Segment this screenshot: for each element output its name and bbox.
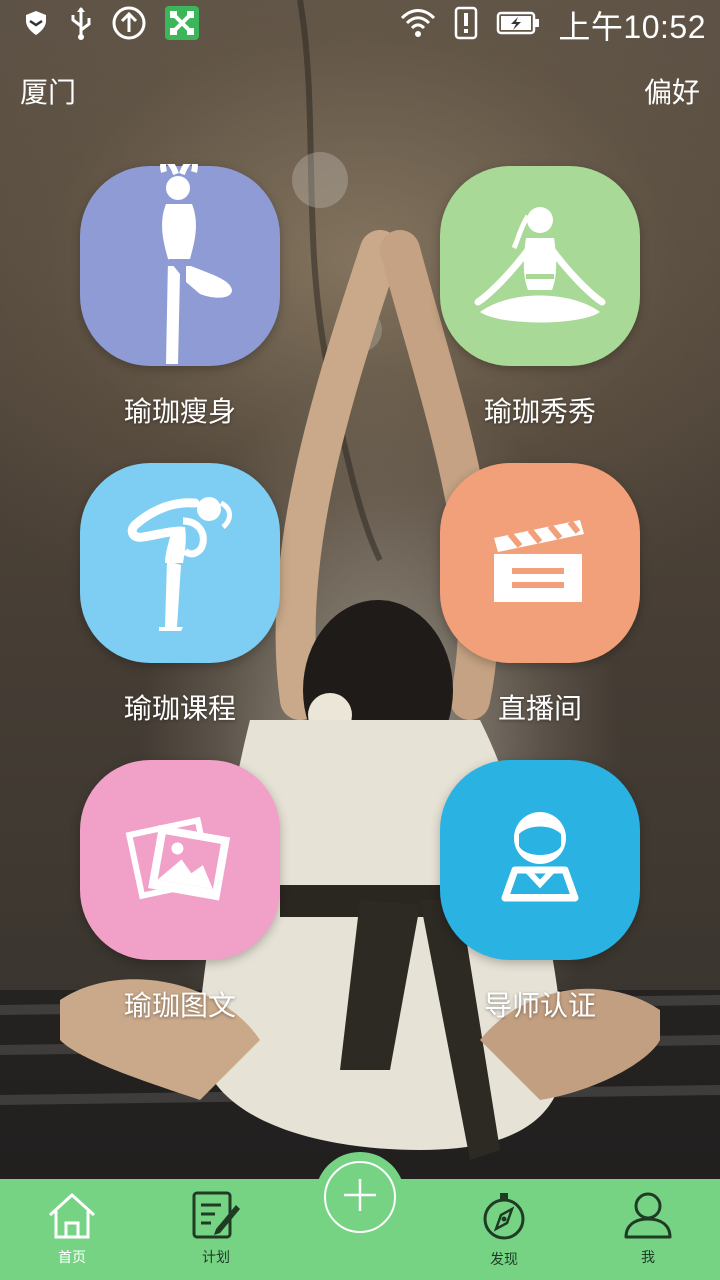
clapperboard-icon bbox=[490, 516, 590, 610]
compass-icon bbox=[480, 1191, 528, 1245]
yoga-dancer-pose-icon bbox=[125, 491, 235, 635]
tile-label: 瑜珈课程 bbox=[123, 692, 236, 725]
photo-gallery-icon bbox=[125, 808, 235, 912]
tab-plan[interactable]: 计划 bbox=[144, 1179, 288, 1280]
tile-icon-background bbox=[80, 158, 280, 368]
tab-home[interactable]: 首页 bbox=[0, 1179, 144, 1280]
tile-live-room[interactable]: 直播间 bbox=[440, 463, 640, 727]
plan-icon bbox=[190, 1191, 242, 1243]
home-icon bbox=[46, 1191, 98, 1243]
yoga-lotus-pose-icon bbox=[470, 194, 610, 338]
tile-yoga-courses[interactable]: 瑜珈课程 bbox=[80, 463, 280, 727]
plus-icon bbox=[340, 1175, 380, 1219]
tab-label: 首页 bbox=[58, 1250, 86, 1266]
tile-label: 瑜珈图文 bbox=[123, 989, 236, 1022]
add-button[interactable] bbox=[315, 1152, 405, 1242]
tile-label: 直播间 bbox=[497, 692, 582, 725]
add-button-ring bbox=[324, 1161, 396, 1233]
instructor-icon bbox=[495, 808, 585, 912]
profile-icon bbox=[623, 1191, 673, 1243]
tile-icon-background bbox=[440, 166, 640, 366]
tab-me[interactable]: 我 bbox=[576, 1179, 720, 1280]
tab-label: 计划 bbox=[202, 1250, 230, 1266]
tab-label: 我 bbox=[641, 1250, 655, 1266]
tile-icon-background bbox=[440, 760, 640, 960]
tile-label: 瑜珈瘦身 bbox=[123, 395, 236, 428]
tile-icon-background bbox=[80, 760, 280, 960]
tile-icon-background bbox=[440, 463, 640, 663]
tile-yoga-pictures[interactable]: 瑜珈图文 bbox=[80, 760, 280, 1024]
tile-yoga-show[interactable]: 瑜珈秀秀 bbox=[440, 166, 640, 430]
tile-label: 导师认证 bbox=[483, 989, 596, 1022]
tile-label: 瑜珈秀秀 bbox=[483, 395, 596, 428]
tab-discover[interactable]: 发现 bbox=[432, 1179, 576, 1280]
tile-icon-background bbox=[80, 463, 280, 663]
yoga-tree-pose-icon bbox=[120, 158, 240, 368]
tile-instructor-certification[interactable]: 导师认证 bbox=[440, 760, 640, 1024]
feature-grid: 瑜珈瘦身 瑜珈秀秀 瑜珈课程 直播间 瑜珈图文 导师认证 bbox=[0, 0, 720, 1180]
tab-label: 发现 bbox=[490, 1252, 518, 1268]
tile-yoga-slimming[interactable]: 瑜珈瘦身 bbox=[80, 158, 280, 430]
